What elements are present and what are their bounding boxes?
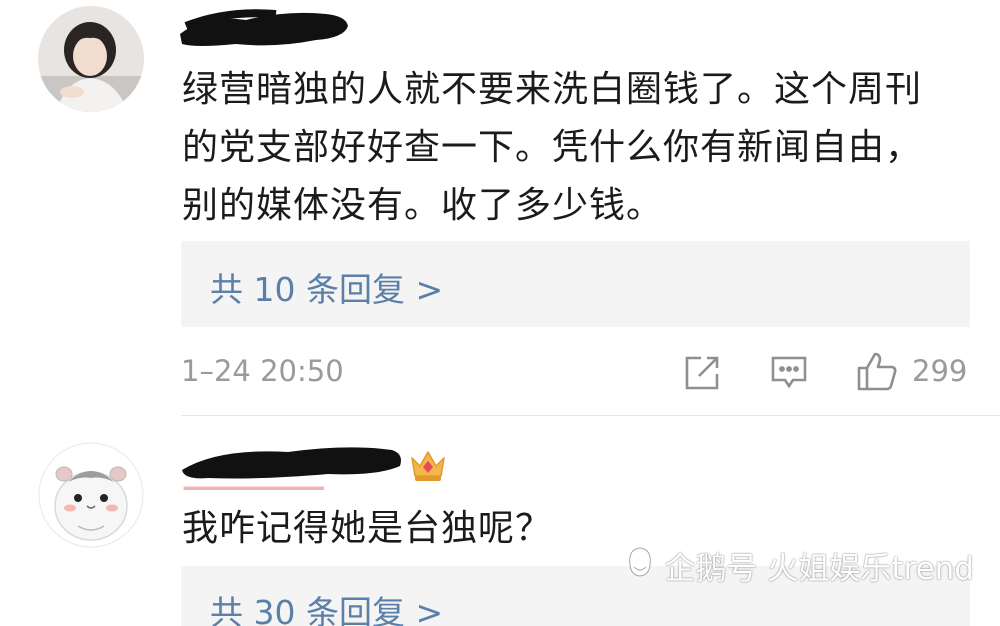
redacted-username[interactable]: ▁▁▁▁▁▁▁	[178, 440, 408, 490]
user-avatar[interactable]	[38, 442, 144, 548]
share-icon[interactable]	[683, 354, 721, 396]
comment-text-line: 的党支部好好查一下。凭什么你有新闻自由，	[182, 127, 923, 168]
penguin-logo-icon	[623, 545, 657, 587]
redacted-username[interactable]	[176, 4, 354, 52]
replies-box[interactable]: 共 10 条回复 >	[181, 241, 970, 327]
comment-icon[interactable]	[770, 355, 808, 395]
comment-divider	[181, 415, 1000, 416]
comment-text-line: 绿营暗独的人就不要来洗白圈钱了。这个周刊	[182, 69, 923, 110]
view-replies-link[interactable]: 共 30 条回复 >	[210, 586, 443, 626]
like-count: 299	[912, 354, 968, 388]
comment-text-line: 别的媒体没有。收了多少钱。	[182, 185, 664, 226]
user-avatar[interactable]	[38, 6, 144, 112]
like-icon[interactable]	[856, 350, 898, 396]
comment-text-line: 我咋记得她是台独呢？	[182, 508, 553, 549]
svg-text:▁▁▁▁▁▁▁: ▁▁▁▁▁▁▁	[183, 461, 325, 490]
watermark-text: 企鹅号 火姐娱乐trend	[664, 551, 974, 587]
watermark: 企鹅号 火姐娱乐trend	[623, 543, 974, 588]
view-replies-link[interactable]: 共 10 条回复 >	[210, 263, 443, 311]
crown-badge-icon	[408, 448, 448, 488]
comment-timestamp: 1–24 20:50	[181, 354, 344, 388]
